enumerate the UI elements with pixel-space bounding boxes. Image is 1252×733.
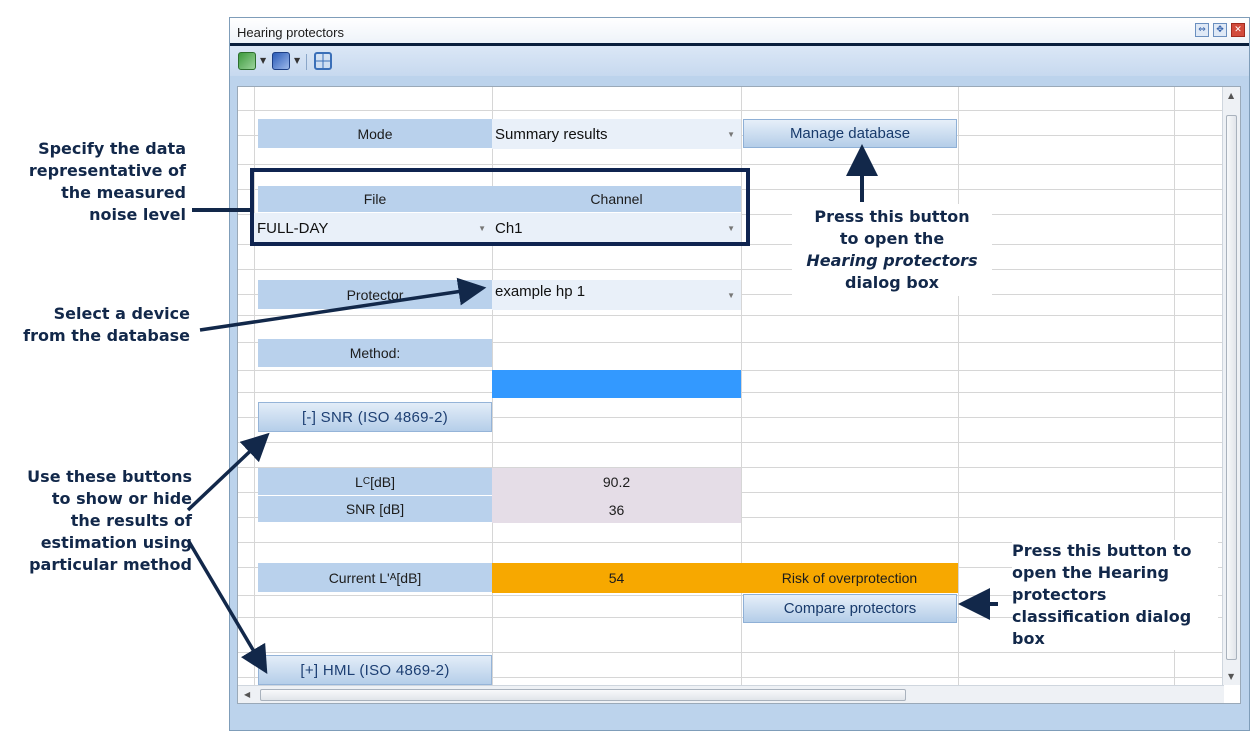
toolbar-separator	[306, 54, 307, 70]
lc-label-main: L	[355, 473, 363, 490]
hml-toggle-button[interactable]: [+] HML (ISO 4869-2)	[258, 655, 492, 685]
protector-value: example hp 1	[495, 283, 586, 300]
compare-protectors-button[interactable]: Compare protectors	[743, 594, 957, 623]
window-title: Hearing protectors	[237, 25, 344, 40]
current-la-label-main: Current L'	[328, 569, 390, 586]
export-excel-icon[interactable]	[238, 52, 256, 70]
method-selected-cell[interactable]	[492, 370, 741, 398]
current-la-label: Current L' A [dB]	[258, 563, 492, 593]
chevron-down-icon[interactable]: ▼	[294, 56, 300, 65]
protector-label: Protector	[258, 280, 492, 310]
snr-toggle-button[interactable]: [-] SNR (ISO 4869-2)	[258, 402, 492, 432]
restore-icon[interactable]: ⇔	[1195, 23, 1209, 37]
chevron-down-icon[interactable]: ▼	[260, 56, 266, 65]
maximize-icon[interactable]: ✥	[1213, 23, 1227, 37]
manage-database-button[interactable]: Manage database	[743, 119, 957, 148]
toolbar: ▼ ▼	[230, 46, 1249, 76]
risk-warning: Risk of overprotection	[741, 563, 958, 593]
vertical-scrollbar[interactable]: ▲ ▼	[1222, 87, 1240, 685]
annotation-use-buttons: Use these buttons to show or hide the re…	[27, 467, 192, 574]
lc-label-sub: C	[362, 476, 371, 487]
chevron-down-icon[interactable]: ▼	[727, 291, 735, 300]
mode-value: Summary results	[495, 125, 608, 143]
scroll-up-icon[interactable]: ▲	[1228, 91, 1234, 100]
snr-label: SNR [dB]	[258, 496, 492, 523]
current-la-label-sub: A	[389, 572, 397, 583]
lc-value: 90.2	[492, 468, 741, 496]
lc-label: LC [dB]	[258, 468, 492, 496]
protector-dropdown[interactable]: example hp 1 ▼	[492, 280, 741, 310]
title-bar: Hearing protectors ⇔ ✥ ✕	[230, 18, 1249, 46]
layout-grid-icon[interactable]	[314, 52, 332, 70]
mode-label: Mode	[258, 119, 492, 149]
annotation-specify-data: Specify the data representative of the m…	[28, 139, 186, 224]
horizontal-scrollbar[interactable]: ◀	[238, 685, 1224, 703]
current-la-label-unit: [dB]	[396, 569, 422, 586]
method-label: Method:	[258, 339, 492, 368]
vertical-scroll-thumb[interactable]	[1226, 115, 1237, 660]
horizontal-scroll-thumb[interactable]	[260, 689, 906, 701]
scroll-left-icon[interactable]: ◀	[244, 690, 250, 699]
mode-dropdown[interactable]: Summary results ▼	[492, 119, 741, 149]
file-channel-highlight	[250, 168, 750, 246]
export-word-icon[interactable]	[272, 52, 290, 70]
chevron-down-icon[interactable]: ▼	[727, 130, 735, 139]
current-la-value: 54	[492, 563, 741, 593]
snr-value: 36	[492, 496, 741, 523]
lc-label-unit: [dB]	[370, 473, 395, 490]
annotation-select-device: Select a device from the database	[23, 304, 190, 345]
annotation-press-manage: Press this button to open the Hearing pr…	[792, 204, 992, 296]
annotation-press-compare: Press this button to open the Hearing pr…	[1012, 540, 1218, 650]
close-icon[interactable]: ✕	[1231, 23, 1245, 37]
scroll-down-icon[interactable]: ▼	[1228, 672, 1234, 681]
